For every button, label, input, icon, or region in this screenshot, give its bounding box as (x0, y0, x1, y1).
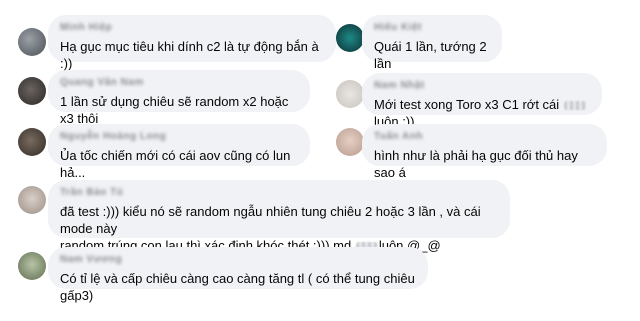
comment-author[interactable]: Hiếu Kiệt (374, 22, 490, 34)
comment-bubble: Tuấn Anh hình như là phải hạ gục đối thủ… (362, 124, 607, 180)
comment-bubble: Nam Nhật Mới test xong Toro x3 C1 rớt cá… (362, 73, 602, 129)
avatar[interactable] (18, 186, 46, 214)
comment-bubble: Nam Vương Có tỉ lệ và cấp chiêu càng cao… (48, 247, 428, 303)
comment-author[interactable]: Nam Nhật (374, 80, 590, 92)
avatar[interactable] (18, 28, 46, 56)
comment-author[interactable]: Minh Hiệp (60, 22, 324, 34)
avatar[interactable] (18, 128, 46, 156)
comment-text: 1 lần sử dụng chiêu sẽ random x2 hoặc x3… (60, 94, 289, 126)
comment-text: Hạ gục mục tiêu khi dính c2 là tự động b… (60, 39, 319, 71)
comment-bubble: Minh Hiệp Hạ gục mục tiêu khi dính c2 là… (48, 15, 336, 71)
comment-text: Quái 1 lần, tướng 2 lần (374, 39, 487, 71)
avatar[interactable] (18, 77, 46, 105)
comment-author[interactable]: Trần Bảo Tú (60, 187, 498, 199)
comment-text: Ủa tốc chiến mới có cái aov cũng có lun … (60, 148, 291, 180)
comment-text-before: Mới test xong Toro x3 C1 rớt cái (374, 97, 560, 112)
redacted-mention (563, 101, 586, 111)
comment-author[interactable]: Nguyễn Hoàng Long (60, 131, 298, 143)
comment-bubble: Hiếu Kiệt Quái 1 lần, tướng 2 lần (362, 15, 502, 71)
avatar[interactable] (18, 252, 46, 280)
comment-text: hình như là phải hạ gục đối thủ hay sao … (374, 148, 578, 180)
comment-author[interactable]: Quang Văn Nam (60, 77, 298, 89)
avatar[interactable] (336, 80, 364, 108)
comment-bubble: Trần Bảo Tú đã test :))) kiểu nó sẽ rand… (48, 180, 510, 253)
avatar[interactable] (336, 128, 364, 156)
comment-bubble: Nguyễn Hoàng Long Ủa tốc chiến mới có cá… (48, 124, 310, 180)
comment-author[interactable]: Tuấn Anh (374, 131, 595, 143)
comment-text: Có tỉ lệ và cấp chiêu càng cao càng tăng… (60, 271, 415, 303)
avatar[interactable] (336, 24, 364, 52)
comment-bubble: Quang Văn Nam 1 lần sử dụng chiêu sẽ ran… (48, 70, 310, 126)
comment-author[interactable]: Nam Vương (60, 254, 416, 266)
